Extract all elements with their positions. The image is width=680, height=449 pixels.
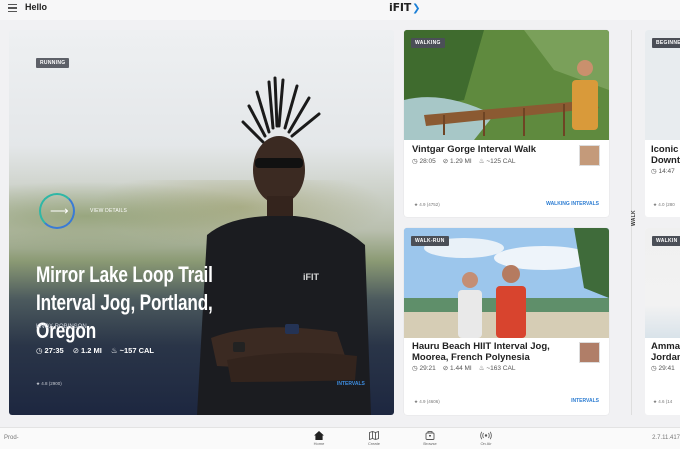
map-icon xyxy=(369,431,379,440)
workout-stats: ◷ 28:05 ⊘ 1.29 MI ♨ ~125 CAL xyxy=(412,157,515,165)
nav-home[interactable]: Home xyxy=(304,431,334,446)
nav-browse[interactable]: Browse xyxy=(415,431,445,446)
nav-create[interactable]: Create xyxy=(359,431,389,446)
rating: ★ 4.9 (4752) xyxy=(414,202,440,207)
workout-category-link[interactable]: WALKING INTERVALS xyxy=(546,201,599,207)
duration-value: 14:47 xyxy=(658,168,675,175)
logo-arrow-icon: ❯ xyxy=(412,3,421,14)
menu-icon[interactable] xyxy=(8,4,17,12)
svg-text:iFIT: iFIT xyxy=(303,272,319,282)
flame-icon: ♨ xyxy=(110,346,118,355)
duration-value: 29:21 xyxy=(419,365,436,372)
distance-value: 1.29 MI xyxy=(450,158,472,165)
nav-on-air[interactable]: On Air xyxy=(471,431,501,446)
distance-stat: ⊘ 1.2 MI xyxy=(73,346,102,355)
home-icon xyxy=(314,431,324,440)
workout-stats: ◷ 27:35 ⊘ 1.2 MI ♨ ~157 CAL xyxy=(36,346,154,355)
workout-card-partial[interactable]: WALKIN Amma Jordan ◷ 29:41 ★ 4.6 (14 xyxy=(645,228,680,415)
workout-card[interactable]: WALK-RUN Hauru Beach HIIT Interval Jog, M… xyxy=(404,228,609,415)
workout-title: Hauru Beach HIIT Interval Jog, Moorea, Fr… xyxy=(412,341,550,363)
rating: ★ 4.6 (14 xyxy=(653,399,673,404)
view-details-button[interactable]: ⟶ xyxy=(39,193,75,229)
arrow-right-icon: ⟶ xyxy=(50,203,69,218)
title-line: Amma xyxy=(651,341,680,352)
trainer-name: KNOX ROBINSON xyxy=(36,324,87,330)
calories-stat: ♨ ~163 CAL xyxy=(479,364,516,372)
distance-value: 1.2 MI xyxy=(81,346,102,355)
featured-workout-card[interactable]: iFIT RUNNING ⟶ VIEW DETAILS Mirror Lake … xyxy=(9,30,394,415)
duration-stat: ◷ 29:41 xyxy=(651,364,675,372)
workout-card[interactable]: WALKING Vintgar Gorge Interval Walk ◷ 28… xyxy=(404,30,609,217)
logo-text: iFIT xyxy=(389,1,412,14)
clock-icon: ◷ xyxy=(36,346,43,355)
duration-stat: ◷ 27:35 xyxy=(36,346,64,355)
workout-category-link[interactable]: INTERVALS xyxy=(571,398,599,404)
calories-value: ~157 CAL xyxy=(119,346,155,355)
category-badge: RUNNING xyxy=(36,58,70,68)
duration-value: 29:41 xyxy=(658,365,675,372)
distance-stat: ⊘ 1.29 MI xyxy=(443,157,472,165)
workout-card-partial[interactable]: BEGINNE Iconic Downt ◷ 14:47 ★ 4.0 (280 xyxy=(645,30,680,217)
distance-icon: ⊘ xyxy=(442,365,451,372)
category-badge: WALK-RUN xyxy=(411,236,449,246)
distance-icon: ⊘ xyxy=(442,158,451,165)
workout-title: Vintgar Gorge Interval Walk xyxy=(412,144,537,155)
rating: ★ 4.9 (4606) xyxy=(414,399,440,404)
calories-stat: ♨ ~157 CAL xyxy=(111,346,154,355)
trainer-avatar xyxy=(579,342,600,363)
version-label: 2.7.11.417 xyxy=(652,435,680,441)
workout-stats: ◷ 29:21 ⊘ 1.44 MI ♨ ~163 CAL xyxy=(412,364,515,372)
browse-icon xyxy=(425,431,435,440)
section-label-walk[interactable]: WALK xyxy=(631,210,637,226)
distance-value: 1.44 MI xyxy=(450,365,472,372)
category-badge: WALKIN xyxy=(652,236,680,246)
nav-label: Create xyxy=(367,441,380,446)
category-badge: BEGINNE xyxy=(652,38,680,48)
environment-label: Prod- xyxy=(4,435,19,441)
workout-category-link[interactable]: INTERVALS xyxy=(337,381,365,387)
on-air-icon xyxy=(480,431,492,440)
nav-label: Browse xyxy=(423,441,437,446)
view-details-label[interactable]: VIEW DETAILS xyxy=(90,208,127,214)
ifit-logo: iFIT❯ xyxy=(389,1,420,14)
rating: ★ 4.0 (280 xyxy=(653,202,675,207)
category-badge: WALKING xyxy=(411,38,445,48)
rating: ★ 4.8 (2900) xyxy=(36,381,62,386)
trainer-image: iFIT xyxy=(197,76,371,415)
distance-icon: ⊘ xyxy=(72,346,80,355)
greeting: Hello xyxy=(25,2,48,12)
duration-stat: ◷ 29:21 xyxy=(412,364,436,372)
trainer-avatar xyxy=(579,145,600,166)
calories-value: ~125 CAL xyxy=(486,158,516,165)
duration-stat: ◷ 28:05 xyxy=(412,157,436,165)
nav-label: On Air xyxy=(480,441,492,446)
title-line: Hauru Beach HIIT Interval Jog, xyxy=(412,341,550,352)
title-line: Iconic xyxy=(651,144,679,155)
workout-title: Mirror Lake Loop Trail Interval Jog, Por… xyxy=(36,262,213,343)
workout-title: Iconic Downt xyxy=(651,144,680,166)
calories-value: ~163 CAL xyxy=(486,365,516,372)
bottom-nav-bar: Prod- Home Create Browse On Air 2.7.11.4… xyxy=(0,427,680,449)
title-line: Downt xyxy=(651,155,680,166)
distance-stat: ⊘ 1.44 MI xyxy=(443,364,472,372)
duration-value: 28:05 xyxy=(419,158,436,165)
title-line: Moorea, French Polynesia xyxy=(412,352,530,363)
workout-title: Amma Jordan xyxy=(651,341,680,363)
title-line: Jordan xyxy=(651,352,680,363)
calories-stat: ♨ ~125 CAL xyxy=(479,157,516,165)
duration-value: 27:35 xyxy=(44,346,64,355)
duration-stat: ◷ 14:47 xyxy=(651,167,675,175)
nav-label: Home xyxy=(313,441,325,446)
top-bar: Hello iFIT❯ xyxy=(0,0,680,20)
